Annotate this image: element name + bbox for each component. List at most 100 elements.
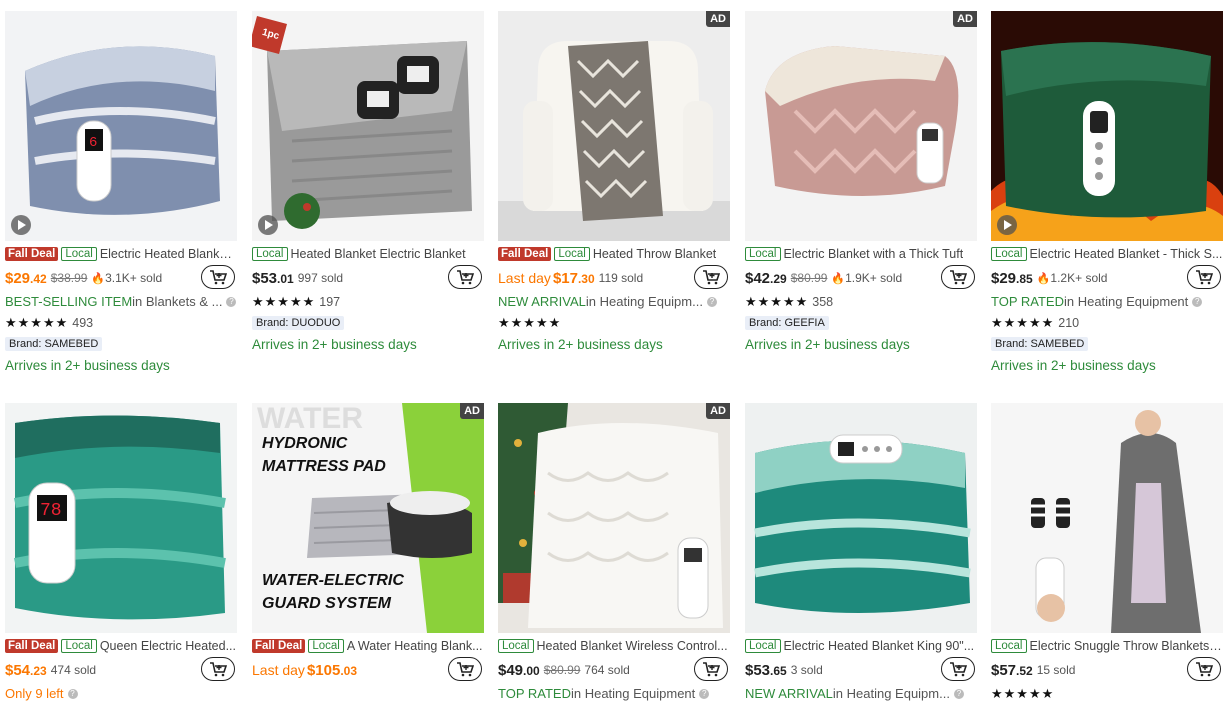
add-to-cart-button[interactable]	[1187, 265, 1221, 289]
product-title[interactable]: Electric Blanket with a Thick Tuft	[784, 247, 964, 261]
cart-icon	[950, 662, 967, 677]
product-title-row[interactable]: Local Electric Heated Blanket - Thick S.…	[991, 243, 1223, 265]
product-card[interactable]: AD Local Electric Blanket with a Thick T…	[745, 11, 977, 355]
add-to-cart-button[interactable]	[941, 657, 975, 681]
price: $54.23	[5, 661, 47, 679]
review-count: 210	[1058, 315, 1080, 330]
fall-deal-badge: Fall Deal	[498, 247, 552, 261]
svg-text:WATER: WATER	[257, 403, 363, 435]
brand-badge: Brand: SAMEBED	[991, 336, 1089, 351]
product-image[interactable]: AD	[498, 11, 730, 241]
svg-text:6: 6	[89, 135, 97, 151]
tag-line[interactable]: TOP RATED in Heating Equipment?	[991, 291, 1223, 312]
star-rating: ★★★★★	[252, 293, 316, 309]
product-title-row[interactable]: Fall Deal Local Electric Heated Blanket …	[5, 243, 237, 265]
add-to-cart-button[interactable]	[448, 657, 482, 681]
video-play-icon[interactable]	[258, 215, 278, 235]
product-title-row[interactable]: Fall Deal Local Queen Electric Heated...	[5, 635, 237, 657]
tag-line[interactable]: BEST-SELLING ITEM in Blankets & ...?	[5, 291, 237, 312]
product-card[interactable]: 6 Fall Deal Local Electric Heated Blanke…	[5, 11, 237, 376]
info-icon[interactable]: ?	[67, 688, 78, 699]
product-card[interactable]: WATER HYDRONIC MATTRESS PAD WATER-ELECTR…	[252, 403, 484, 683]
product-image[interactable]	[745, 403, 977, 633]
local-badge: Local	[554, 247, 590, 261]
product-title[interactable]: Electric Heated Blanket Throw	[100, 247, 237, 261]
product-title-row[interactable]: Local Electric Heated Blanket King 90"..…	[745, 635, 977, 657]
product-image[interactable]: WATER HYDRONIC MATTRESS PAD WATER-ELECTR…	[252, 403, 484, 633]
product-title[interactable]: A Water Heating Blank...	[347, 639, 483, 653]
price: $29.85	[991, 269, 1033, 287]
fire-icon: 🔥	[91, 272, 106, 285]
product-card[interactable]: AD Fall Deal Local Heated Throw Blanket …	[498, 11, 730, 355]
product-title-row[interactable]: Fall Deal Local A Water Heating Blank...	[252, 635, 484, 657]
delivery-estimate: Arrives in 2+ business days	[5, 357, 170, 373]
add-to-cart-button[interactable]	[694, 265, 728, 289]
rating: ★★★★★ 197	[252, 291, 484, 312]
sold-count: 3.1K+ sold	[105, 271, 163, 285]
add-to-cart-button[interactable]	[941, 265, 975, 289]
product-card[interactable]: Local Electric Heated Blanket - Thick S.…	[991, 11, 1223, 376]
tag-line[interactable]: NEW ARRIVAL in Heating Equipm...?	[745, 683, 977, 704]
add-to-cart-button[interactable]	[201, 265, 235, 289]
product-image[interactable]: 1pc	[252, 11, 484, 241]
cart-icon	[703, 270, 720, 285]
product-image[interactable]	[991, 11, 1223, 241]
local-badge: Local	[745, 639, 781, 653]
price: $57.52	[991, 661, 1033, 679]
brand-badge: Brand: GEEFIA	[745, 315, 829, 330]
fall-deal-badge: Fall Deal	[5, 639, 59, 653]
product-title[interactable]: Electric Heated Blanket - Thick S...	[1030, 247, 1223, 261]
product-title-row[interactable]: Fall Deal Local Heated Throw Blanket	[498, 243, 730, 265]
info-icon[interactable]: ?	[953, 688, 964, 699]
product-title[interactable]: Queen Electric Heated...	[100, 639, 236, 653]
product-card[interactable]: Local Electric Snuggle Throw Blankets ..…	[991, 403, 1223, 704]
video-play-icon[interactable]	[11, 215, 31, 235]
stock-line: Only 9 left?	[5, 683, 237, 704]
star-rating: ★★★★★	[745, 293, 809, 309]
info-icon[interactable]: ?	[706, 296, 717, 307]
star-rating: ★★★★★	[498, 314, 562, 330]
product-card[interactable]: Local Electric Heated Blanket King 90"..…	[745, 403, 977, 704]
review-count: 358	[812, 294, 834, 309]
add-to-cart-button[interactable]	[694, 657, 728, 681]
info-icon[interactable]: ?	[1192, 296, 1203, 307]
fall-deal-badge: Fall Deal	[252, 639, 306, 653]
product-title-row[interactable]: Local Heated Blanket Electric Blanket	[252, 243, 484, 265]
product-image[interactable]: 78	[5, 403, 237, 633]
product-grid: 6 Fall Deal Local Electric Heated Blanke…	[0, 0, 1231, 706]
product-image[interactable]	[991, 403, 1223, 633]
product-image[interactable]: AD	[498, 403, 730, 633]
local-badge: Local	[991, 639, 1027, 653]
product-card[interactable]: AD Local Heated Blanket Wireless Control…	[498, 403, 730, 704]
price: $17.30	[552, 269, 595, 287]
product-card[interactable]: 1pc Local Heated Blanket Electric Blanke…	[252, 11, 484, 355]
info-icon[interactable]: ?	[226, 296, 237, 307]
price: $53.01	[252, 269, 294, 287]
product-title-row[interactable]: Local Electric Blanket with a Thick Tuft	[745, 243, 977, 265]
product-title[interactable]: Electric Heated Blanket King 90"...	[784, 639, 975, 653]
cart-icon	[950, 270, 967, 285]
tag-line[interactable]: NEW ARRIVAL in Heating Equipm...?	[498, 291, 730, 312]
product-image[interactable]: 6	[5, 11, 237, 241]
add-to-cart-button[interactable]	[201, 657, 235, 681]
delivery-estimate: Arrives in 2+ business days	[745, 336, 910, 352]
rating: ★★★★★	[991, 683, 1223, 704]
sold-count: 1.2K+ sold	[1050, 271, 1108, 285]
product-title-row[interactable]: Local Heated Blanket Wireless Control...	[498, 635, 730, 657]
product-title[interactable]: Heated Throw Blanket	[593, 247, 716, 261]
add-to-cart-button[interactable]	[1187, 657, 1221, 681]
product-title-row[interactable]: Local Electric Snuggle Throw Blankets ..…	[991, 635, 1223, 657]
tag-line[interactable]: TOP RATED in Heating Equipment?	[498, 683, 730, 704]
add-to-cart-button[interactable]	[448, 265, 482, 289]
product-card[interactable]: 78 Fall Deal Local Queen Electric Heated…	[5, 403, 237, 704]
product-title[interactable]: Heated Blanket Electric Blanket	[291, 247, 466, 261]
product-title[interactable]: Heated Blanket Wireless Control...	[537, 639, 728, 653]
info-icon[interactable]: ?	[699, 688, 710, 699]
product-title[interactable]: Electric Snuggle Throw Blankets ...	[1030, 639, 1224, 653]
product-image[interactable]: AD	[745, 11, 977, 241]
svg-text:GUARD SYSTEM: GUARD SYSTEM	[262, 595, 392, 612]
review-count: 493	[72, 315, 94, 330]
video-play-icon[interactable]	[997, 215, 1017, 235]
cart-icon	[1196, 270, 1213, 285]
rating: ★★★★★ 210	[991, 312, 1223, 333]
